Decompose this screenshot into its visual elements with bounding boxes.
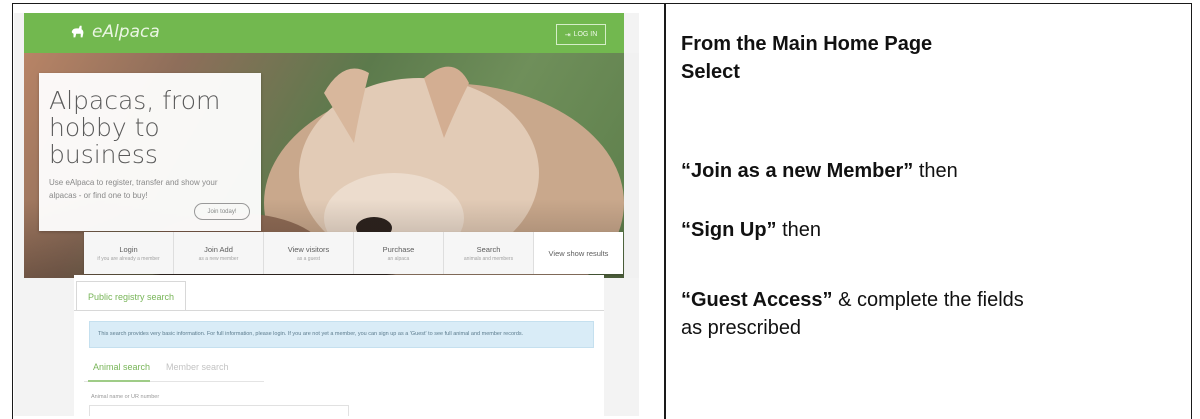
active-subtab-indicator (88, 380, 150, 382)
tab-member-search[interactable]: Member search (166, 362, 229, 372)
site-logo[interactable]: eAlpaca (69, 22, 160, 42)
instruction-select: Select (681, 61, 740, 83)
animal-name-input[interactable] (89, 405, 349, 416)
action-subtitle: if you are already a member (97, 255, 160, 262)
hero-subtitle: Use eAlpaca to register, transfer and sh… (49, 178, 218, 200)
action-subtitle: as a guest (296, 255, 321, 262)
logo-text: eAlpaca (92, 22, 160, 42)
action-subtitle: animals and members (463, 255, 514, 262)
action-title: Purchase (382, 244, 415, 254)
action-title: View visitors (287, 244, 330, 254)
table-divider (664, 4, 666, 419)
instruction-step-guest-cont: as prescribed (681, 317, 802, 339)
instruction-step-signup: “Sign Up” then (681, 219, 821, 242)
login-label: LOG IN (573, 31, 598, 38)
instruction-heading: From the Main Home Page (681, 33, 933, 55)
tab-animal-search[interactable]: Animal search (93, 362, 150, 372)
info-notice: This search provides very basic informat… (89, 321, 594, 348)
ealpaca-homepage-screenshot: eAlpaca ⇥ LOG IN Alpacas, from hobby to … (14, 13, 639, 416)
step-signup-rest: then (776, 219, 822, 241)
login-button[interactable]: ⇥ LOG IN (556, 24, 606, 45)
page-scroll-margin (624, 53, 639, 278)
action-search[interactable]: Search animals and members (444, 232, 534, 274)
login-icon: ⇥ (564, 31, 571, 39)
step-guest-bold: “Guest Access” (681, 289, 833, 311)
action-login[interactable]: Login if you are already a member (84, 232, 174, 274)
top-nav-bar: eAlpaca ⇥ LOG IN (24, 13, 624, 53)
action-bar: Login if you are already a member Join A… (84, 232, 623, 274)
instruction-step-join: “Join as a new Member” then (681, 160, 958, 183)
action-title: Join Add (204, 244, 233, 254)
hero-card: Alpacas, from hobby to business Use eAlp… (39, 73, 261, 231)
action-purchase[interactable]: Purchase an alpaca (354, 232, 444, 274)
animal-name-label: Animal name or UR number (91, 394, 160, 400)
step-join-bold: “Join as a new Member” (681, 160, 914, 182)
action-join[interactable]: Join Add as a new member (174, 232, 264, 274)
action-view-visitors[interactable]: View visitors as a guest (264, 232, 354, 274)
tab-public-registry-search[interactable]: Public registry search (76, 281, 186, 311)
action-title: View show results (548, 248, 609, 258)
instruction-step-guest: “Guest Access” & complete the fields (681, 289, 1024, 312)
action-title: Login (119, 244, 138, 254)
tab-divider (74, 310, 604, 311)
action-subtitle: as a new member (198, 255, 239, 262)
step-join-rest: then (913, 160, 958, 182)
hero-title-line1: Alpacas, from (49, 86, 221, 115)
step-guest-rest: & complete the fields (832, 289, 1024, 311)
join-today-button[interactable]: Join today! (194, 203, 250, 220)
step-signup-bold: “Sign Up” (681, 219, 777, 241)
hero-title-line2: hobby to business (49, 113, 160, 169)
action-subtitle: an alpaca (387, 255, 410, 262)
alpaca-logo-icon (71, 25, 84, 38)
action-view-show-results[interactable]: View show results (534, 232, 623, 274)
action-title: Search (476, 244, 501, 254)
